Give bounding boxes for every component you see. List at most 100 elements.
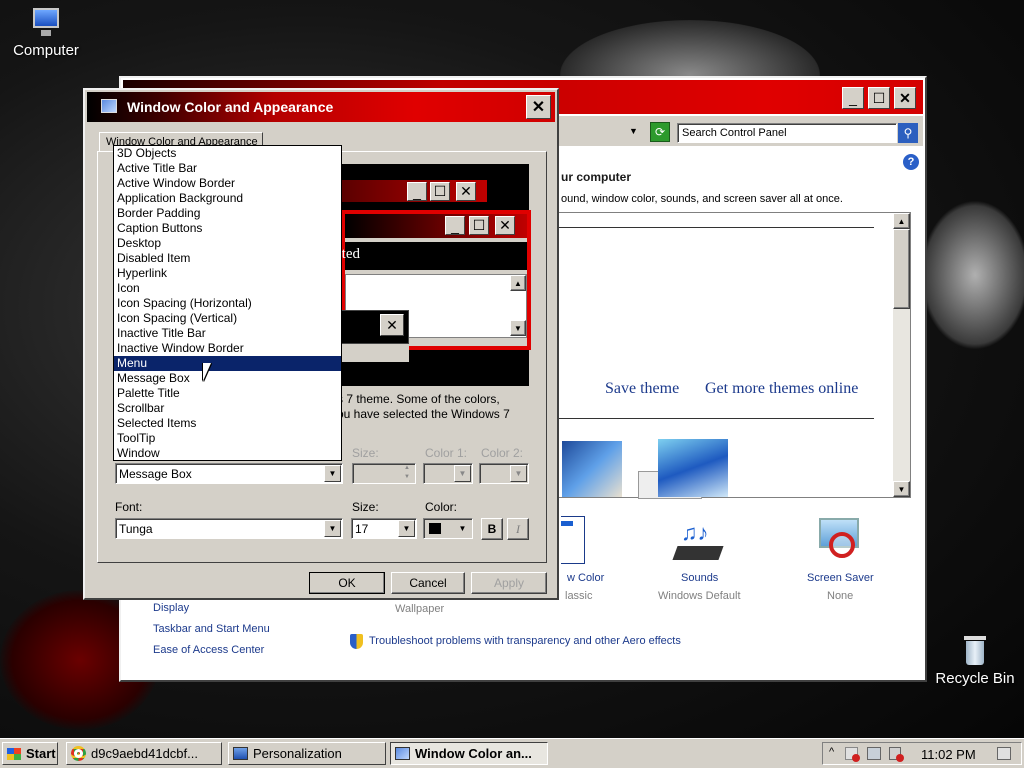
- dropdown-option[interactable]: Desktop: [114, 236, 341, 251]
- dropdown-option[interactable]: Window: [114, 446, 341, 461]
- chevron-down-icon: ▼: [454, 465, 471, 482]
- get-more-themes-link[interactable]: Get more themes online: [705, 380, 858, 398]
- chrome-icon: [71, 746, 86, 761]
- preview-active-minimize-icon: _: [445, 216, 465, 235]
- preview-close-icon: ✕: [456, 182, 476, 201]
- search-input[interactable]: Search Control Panel: [677, 123, 897, 143]
- preview-msgbox-close-icon: ✕: [380, 314, 404, 336]
- system-tray: ^ 11:02 PM: [822, 742, 1022, 765]
- dropdown-option[interactable]: Active Title Bar: [114, 161, 341, 176]
- clock[interactable]: 11:02 PM: [921, 747, 976, 762]
- dialog-titlebar[interactable]: Window Color and Appearance: [87, 92, 555, 122]
- see-also-display[interactable]: Display: [153, 602, 189, 614]
- color1-label: Color 1:: [425, 446, 468, 460]
- address-dropdown-arrow[interactable]: ▼: [629, 126, 638, 136]
- preview-area: _ ☐ ✕ _ ☐ ✕ cted ▲ ▼ ✕: [335, 164, 531, 386]
- dropdown-option[interactable]: Scrollbar: [114, 401, 341, 416]
- preview-minimize-icon: _: [407, 182, 427, 201]
- troubleshoot-link[interactable]: Troubleshoot problems with transparency …: [369, 635, 681, 647]
- see-also-ease-of-access[interactable]: Ease of Access Center: [153, 644, 264, 656]
- preview-maximize-icon: ☐: [430, 182, 450, 201]
- color2-picker: ▼: [479, 463, 529, 484]
- dropdown-option[interactable]: Icon Spacing (Horizontal): [114, 296, 341, 311]
- color2-label: Color 2:: [481, 446, 524, 460]
- dropdown-option[interactable]: Inactive Window Border: [114, 341, 341, 356]
- font-select[interactable]: Tunga ▼: [115, 518, 343, 539]
- desktop-icon-recycle-bin[interactable]: Recycle Bin: [925, 636, 1024, 687]
- ok-button[interactable]: OK: [309, 572, 385, 594]
- font-color-picker[interactable]: ▼: [423, 518, 473, 539]
- start-label: Start: [26, 746, 56, 761]
- dialog-title: Window Color and Appearance: [127, 99, 334, 115]
- font-size-label: Size:: [352, 500, 379, 514]
- help-icon[interactable]: ?: [903, 154, 919, 170]
- refresh-icon[interactable]: ⟳: [650, 122, 670, 142]
- themes-list: Save theme Get more themes online ▲ ▼: [551, 212, 911, 499]
- cancel-button[interactable]: Cancel: [391, 572, 465, 594]
- action-center-icon[interactable]: [845, 747, 860, 762]
- dropdown-option[interactable]: Selected Items: [114, 416, 341, 431]
- dialog-close-button[interactable]: ✕: [526, 95, 551, 119]
- save-theme-link[interactable]: Save theme: [605, 380, 679, 398]
- taskbar-item-personalization[interactable]: Personalization: [228, 742, 386, 765]
- sounds-value: Windows Default: [658, 590, 741, 602]
- apply-button: Apply: [471, 572, 547, 594]
- start-button[interactable]: Start: [2, 742, 58, 765]
- dropdown-option[interactable]: Hyperlink: [114, 266, 341, 281]
- dropdown-option[interactable]: Disabled Item: [114, 251, 341, 266]
- sounds-label[interactable]: Sounds: [681, 572, 718, 584]
- page-heading: ur computer: [561, 170, 632, 184]
- chevron-down-icon[interactable]: ▼: [324, 520, 341, 537]
- item-select[interactable]: Message Box ▼: [115, 463, 343, 484]
- dropdown-option[interactable]: 3D Objects: [114, 146, 341, 161]
- dropdown-option[interactable]: Icon: [114, 281, 341, 296]
- chevron-down-icon[interactable]: ▼: [454, 520, 471, 537]
- dropdown-option[interactable]: Inactive Title Bar: [114, 326, 341, 341]
- dropdown-option[interactable]: ToolTip: [114, 431, 341, 446]
- volume-icon[interactable]: [889, 747, 904, 762]
- theme-thumbnail[interactable]: [562, 441, 622, 497]
- search-icon[interactable]: ⚲: [898, 123, 918, 143]
- screen-saver-label[interactable]: Screen Saver: [807, 572, 874, 584]
- desktop-icon-label: Computer: [13, 42, 79, 59]
- preview-active-close-icon: ✕: [495, 216, 515, 235]
- font-size-select[interactable]: 17 ▼: [351, 518, 417, 539]
- windows-logo-icon: [7, 747, 21, 760]
- dropdown-option[interactable]: Caption Buttons: [114, 221, 341, 236]
- dropdown-option[interactable]: Active Window Border: [114, 176, 341, 191]
- window-color-label[interactable]: w Color: [567, 572, 604, 584]
- bold-button[interactable]: B: [481, 518, 503, 540]
- themes-scrollbar[interactable]: ▲ ▼: [893, 213, 910, 497]
- shield-icon: [350, 634, 363, 649]
- window-color-tile-icon[interactable]: [561, 516, 585, 564]
- show-desktop-icon[interactable]: [997, 747, 1011, 760]
- dialog-app-icon: [101, 99, 117, 113]
- dropdown-option[interactable]: Message Box: [114, 371, 341, 386]
- dropdown-option[interactable]: Border Padding: [114, 206, 341, 221]
- screen-saver-icon[interactable]: [817, 518, 863, 564]
- theme-thumbnail[interactable]: [658, 439, 728, 497]
- tray-expand-icon[interactable]: ^: [829, 746, 834, 758]
- preview-msgbox-body: [339, 344, 409, 362]
- close-button[interactable]: ✕: [894, 87, 916, 109]
- minimize-button[interactable]: _: [842, 87, 864, 109]
- dropdown-option[interactable]: Icon Spacing (Vertical): [114, 311, 341, 326]
- chevron-down-icon[interactable]: ▼: [324, 465, 341, 482]
- dropdown-option[interactable]: Menu: [114, 356, 341, 371]
- desktop-icon-computer[interactable]: Computer: [0, 8, 96, 59]
- see-also-taskbar[interactable]: Taskbar and Start Menu: [153, 623, 270, 635]
- maximize-button[interactable]: ☐: [868, 87, 890, 109]
- italic-button[interactable]: I: [507, 518, 529, 540]
- font-select-value: Tunga: [119, 522, 153, 536]
- dropdown-option[interactable]: Application Background: [114, 191, 341, 206]
- item-dropdown-list[interactable]: 3D Objects Active Title Bar Active Window …: [113, 145, 342, 461]
- item-select-value: Message Box: [119, 467, 192, 481]
- color1-picker: ▼: [423, 463, 473, 484]
- chevron-down-icon[interactable]: ▼: [398, 520, 415, 537]
- sounds-icon[interactable]: ♫♪: [672, 520, 725, 564]
- dropdown-option[interactable]: Palette Title: [114, 386, 341, 401]
- item-size-spinner: ▲ ▼: [352, 463, 416, 484]
- taskbar-item-chrome[interactable]: d9c9aebd41dcbf...: [66, 742, 222, 765]
- network-icon[interactable]: [867, 747, 881, 760]
- taskbar-item-window-color[interactable]: Window Color an...: [390, 742, 548, 765]
